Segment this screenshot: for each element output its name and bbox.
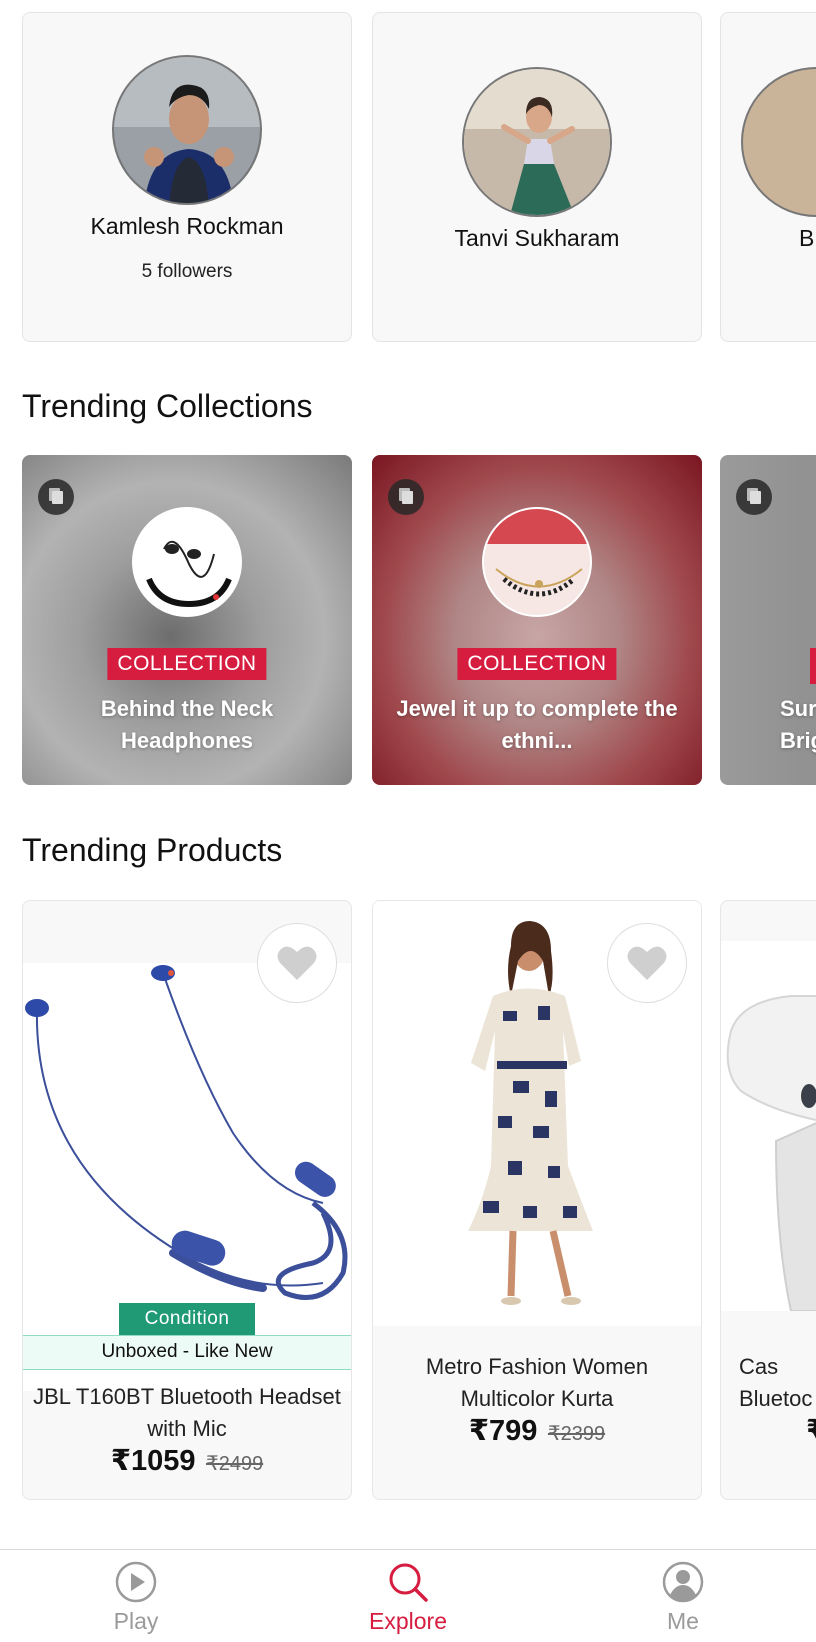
creator-card[interactable]: Kamlesh Rockman 5 followers xyxy=(22,12,352,342)
nav-item-play[interactable]: Play xyxy=(36,1550,236,1642)
creator-card[interactable]: B xyxy=(720,12,816,342)
wishlist-button[interactable] xyxy=(257,923,337,1003)
collection-card[interactable]: Sur Brigl xyxy=(720,455,816,785)
product-price: ₹799 ₹2399 xyxy=(373,1413,701,1448)
nav-label: Explore xyxy=(369,1608,447,1634)
collection-thumbnail xyxy=(132,507,242,617)
avatar xyxy=(462,67,612,217)
product-price: ₹1059 ₹2499 xyxy=(23,1443,351,1478)
collections-row: COLLECTION Behind the Neck Headphones CO… xyxy=(0,455,816,787)
collection-title: Jewel it up to complete the ethni... xyxy=(396,696,678,753)
avatar xyxy=(112,55,262,205)
collection-card[interactable]: COLLECTION Behind the Neck Headphones xyxy=(22,455,352,785)
collection-icon xyxy=(388,479,424,515)
search-icon xyxy=(389,1563,428,1602)
creators-row: Kamlesh Rockman 5 followers Tanvi Sukhar… xyxy=(0,12,816,342)
price-current: ₹ xyxy=(806,1415,816,1447)
nav-item-explore[interactable]: Explore xyxy=(308,1550,508,1642)
products-row: Condition Unboxed - Like New JBL T160BT … xyxy=(0,900,816,1500)
nav-item-me[interactable]: Me xyxy=(583,1550,783,1642)
section-title-collections: Trending Collections xyxy=(22,388,313,424)
product-name: JBL T160BT Bluetooth Headset with Mic xyxy=(33,1384,341,1441)
creator-name: Tanvi Sukharam xyxy=(454,225,620,251)
price-mrp: ₹2499 xyxy=(205,1453,264,1475)
condition-label: Condition xyxy=(119,1303,255,1335)
nav-label: Play xyxy=(113,1608,159,1634)
product-card[interactable]: Cas Bluetoc ₹ xyxy=(720,900,816,1500)
product-card[interactable]: Metro Fashion Women Multicolor Kurta ₹79… xyxy=(372,900,702,1500)
collection-tag: COLLECTION xyxy=(457,648,617,680)
price-current: ₹1059 xyxy=(110,1445,196,1477)
creator-photo xyxy=(114,57,260,203)
collection-card[interactable]: COLLECTION Jewel it up to complete the e… xyxy=(372,455,702,785)
price-mrp: ₹2399 xyxy=(547,1423,606,1445)
creator-card[interactable]: Tanvi Sukharam xyxy=(372,12,702,342)
bottom-nav: Play Explore Me xyxy=(0,1549,816,1642)
product-name: Cas Bluetoc xyxy=(739,1354,813,1411)
collection-tag: COLLECTION xyxy=(107,648,267,680)
wishlist-button[interactable] xyxy=(607,923,687,1003)
avatar xyxy=(741,67,816,217)
play-icon xyxy=(115,1561,157,1603)
collection-title: Sur Brigl xyxy=(780,696,816,753)
creator-photo xyxy=(464,69,610,215)
product-card[interactable]: Condition Unboxed - Like New JBL T160BT … xyxy=(22,900,352,1500)
product-price: ₹ xyxy=(806,1413,816,1448)
nav-label: Me xyxy=(667,1608,699,1634)
section-title-products: Trending Products xyxy=(22,832,283,868)
product-image xyxy=(721,941,816,1312)
collection-icon xyxy=(38,479,74,515)
product-name: Metro Fashion Women Multicolor Kurta xyxy=(425,1354,649,1411)
creator-followers: 5 followers xyxy=(141,261,233,282)
heart-icon xyxy=(277,946,317,980)
heart-icon xyxy=(627,946,667,980)
price-current: ₹799 xyxy=(468,1415,538,1447)
collection-thumbnail xyxy=(482,507,592,617)
collection-icon xyxy=(736,479,772,515)
condition-value: Unboxed - Like New xyxy=(23,1335,351,1370)
collection-title: Behind the Neck Headphones xyxy=(100,696,274,753)
creator-name: B xyxy=(799,225,815,251)
profile-icon xyxy=(662,1561,704,1603)
collection-tag xyxy=(810,648,816,684)
creator-name: Kamlesh Rockman xyxy=(90,213,284,239)
